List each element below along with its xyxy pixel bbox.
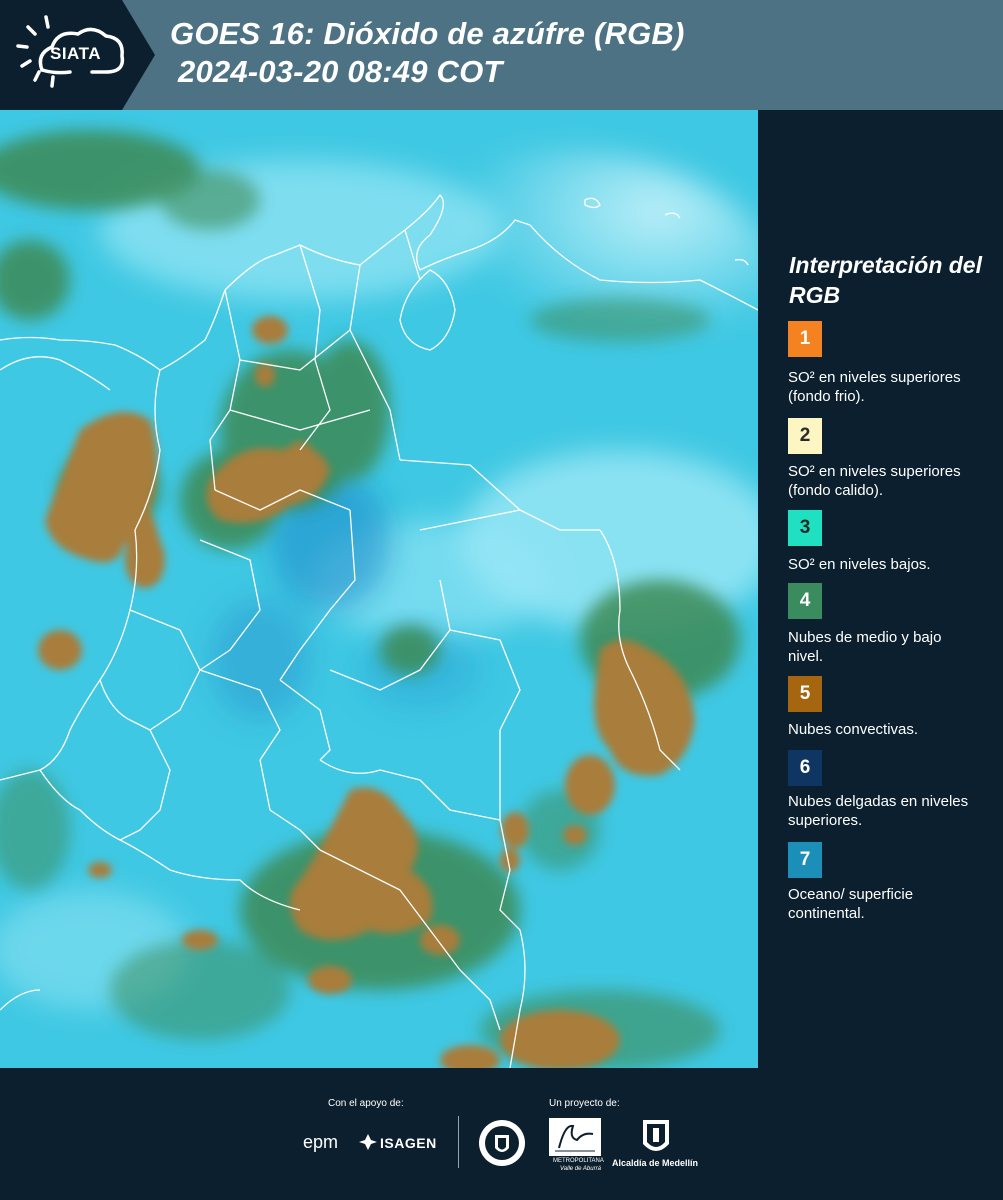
legend-number: 6 [799, 757, 811, 778]
legend-title: Interpretación del RGB [789, 252, 982, 308]
project-label: Un proyecto de: [549, 1098, 620, 1109]
legend-swatch-4: 4 [788, 583, 822, 619]
legend-label-4: Nubes de medio y bajo nivel. [788, 629, 942, 665]
legend-label-5: Nubes convectivas. [788, 721, 919, 738]
legend-number: 1 [799, 328, 811, 349]
footer-sponsors: Con el apoyo de: Un proyecto de: epm ISA… [0, 1068, 1003, 1200]
page-title: GOES 16: Dióxido de azúfre (RGB) [170, 16, 685, 51]
alcaldia-shield-icon[interactable] [641, 1118, 671, 1158]
legend-number: 4 [799, 590, 811, 611]
legend-label-1: SO² en niveles superiores (fondo frio). [788, 369, 961, 405]
isagen-logo[interactable]: ISAGEN [380, 1135, 437, 1151]
satellite-imagery [0, 110, 758, 1068]
legend-label-7: Oceano/ superficie continental. [788, 886, 914, 922]
satellite-map[interactable] [0, 110, 758, 1068]
alcaldia-text: Alcaldía de Medellín [612, 1158, 699, 1168]
page-timestamp: 2024-03-20 08:49 COT [178, 54, 503, 89]
legend-panel: Interpretación del RGB 1 SO² en niveles … [760, 110, 1003, 1068]
legend-swatch-2: 2 [788, 418, 822, 454]
legend-swatch-3: 3 [788, 510, 822, 546]
legend-swatch-1: 1 [788, 321, 822, 357]
legend-number: 7 [799, 849, 811, 870]
epm-logo[interactable]: epm [303, 1132, 338, 1153]
support-label: Con el apoyo de: [328, 1098, 404, 1109]
medellin-seal-icon[interactable] [478, 1118, 526, 1168]
legend-number: 3 [799, 517, 811, 538]
isagen-icon [359, 1134, 377, 1150]
legend-swatch-5: 5 [788, 676, 822, 712]
legend-number: 5 [799, 683, 811, 704]
legend-label-2: SO² en niveles superiores (fondo calido)… [788, 463, 961, 499]
footer-divider [458, 1116, 459, 1168]
logo-text: SIATA [50, 44, 101, 63]
legend-label-6: Nubes delgadas en niveles superiores. [788, 793, 969, 829]
legend-number: 2 [799, 425, 811, 446]
legend-swatch-7: 7 [788, 842, 822, 878]
area-metropolitana-text: METROPOLITANA [553, 1158, 604, 1164]
header-bar: SIATA GOES 16: Dióxido de azúfre (RGB) 2… [0, 0, 1003, 110]
area-metropolitana-subtext: Valle de Aburrá [560, 1166, 601, 1172]
siata-logo[interactable]: SIATA [0, 0, 155, 110]
area-metropolitana-logo[interactable] [549, 1118, 601, 1156]
legend-swatch-6: 6 [788, 750, 822, 786]
legend-label-3: SO² en niveles bajos. [788, 556, 931, 573]
